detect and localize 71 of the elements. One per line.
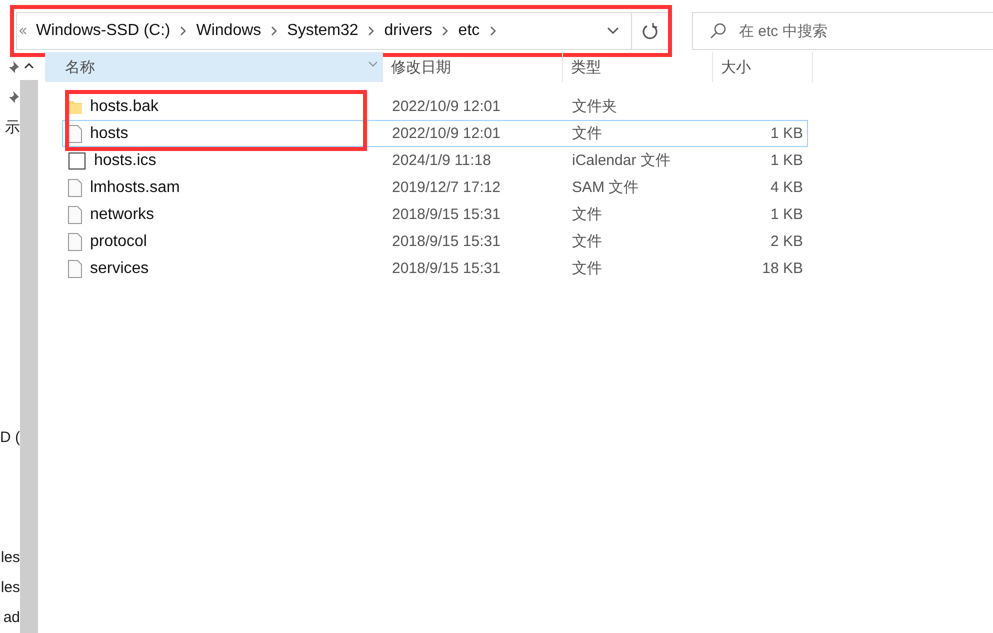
- search-field[interactable]: 在 etc 中搜索: [692, 12, 993, 50]
- date-cell-text: 2022/10/9 12:01: [391, 125, 502, 142]
- blank-file-icon: [68, 152, 86, 170]
- size-cell-text: 1 KB: [769, 152, 804, 169]
- file-name: services: [90, 260, 149, 278]
- nav-item[interactable]: ad: [3, 608, 20, 628]
- breadcrumb[interactable]: etc: [453, 22, 485, 40]
- refresh-icon: [642, 22, 658, 40]
- file-row[interactable]: lmhosts.sam 2019/12/7 17:12 SAM 文件 4 KB: [62, 174, 808, 201]
- scroll-up-icon[interactable]: [24, 63, 34, 69]
- folder-icon: [68, 98, 82, 114]
- type-cell-text: 文件: [571, 124, 603, 143]
- column-header[interactable]: 修改日期: [383, 52, 563, 82]
- type-cell-text: iCalendar 文件: [571, 151, 672, 170]
- file-name: protocol: [90, 232, 147, 250]
- document-icon: [68, 232, 82, 250]
- double-chevron-left-icon[interactable]: [19, 27, 27, 35]
- file-row[interactable]: networks 2018/9/15 15:31 文件 1 KB: [62, 201, 808, 228]
- column-header[interactable]: 类型: [563, 52, 713, 82]
- pin-icon[interactable]: [8, 60, 20, 74]
- date-cell-text: 2018/9/15 15:31: [391, 260, 502, 277]
- file-name: networks: [90, 206, 154, 224]
- dropdown-chevron-icon[interactable]: [607, 27, 619, 35]
- date-cell-text: 2018/9/15 15:31: [391, 206, 502, 223]
- file-name: hosts: [90, 124, 128, 142]
- file-row[interactable]: hosts.bak 2022/10/9 12:01 文件夹: [62, 93, 808, 120]
- nav-item[interactable]: 示: [5, 118, 20, 138]
- size-cell-text: 4 KB: [769, 179, 804, 196]
- breadcrumb[interactable]: Windows: [191, 22, 266, 40]
- file-row[interactable]: hosts 2022/10/9 12:01 文件 1 KB: [62, 120, 808, 147]
- pin-icon[interactable]: [8, 90, 20, 104]
- search-icon: [709, 22, 727, 40]
- chevron-right-icon[interactable]: [179, 25, 188, 37]
- size-cell-text: 1 KB: [769, 206, 804, 223]
- nav-item[interactable]: D (: [0, 428, 20, 448]
- column-header[interactable]: 名称: [45, 52, 383, 82]
- size-cell-text: 18 KB: [761, 260, 804, 277]
- file-name: lmhosts.sam: [90, 178, 180, 196]
- file-row[interactable]: services 2018/9/15 15:31 文件 18 KB: [62, 255, 808, 282]
- document-icon: [68, 178, 82, 196]
- type-cell-text: 文件: [571, 232, 603, 251]
- file-name: hosts.bak: [90, 98, 158, 116]
- breadcrumb[interactable]: Windows-SSD (C:): [31, 22, 176, 40]
- breadcrumb[interactable]: System32: [282, 22, 364, 40]
- breadcrumb[interactable]: drivers: [379, 22, 438, 40]
- file-name: hosts.ics: [94, 152, 156, 170]
- column-header[interactable]: 大小: [713, 52, 813, 82]
- date-cell-text: 2019/12/7 17:12: [391, 179, 502, 196]
- date-cell-text: 2022/10/9 12:01: [391, 98, 502, 115]
- chevron-right-icon[interactable]: [441, 25, 450, 37]
- document-icon: [68, 124, 82, 142]
- date-cell-text: 2024/1/9 11:18: [391, 152, 492, 169]
- type-cell-text: SAM 文件: [571, 178, 640, 197]
- type-cell-text: 文件: [571, 259, 603, 278]
- nav-item[interactable]: les: [0, 578, 20, 598]
- file-row[interactable]: protocol 2018/9/15 15:31 文件 2 KB: [62, 228, 808, 255]
- nav-item[interactable]: les: [0, 548, 20, 568]
- chevron-right-icon[interactable]: [367, 25, 376, 37]
- type-cell-text: 文件: [571, 205, 603, 224]
- document-icon: [68, 260, 82, 278]
- document-icon: [68, 206, 82, 224]
- type-cell-text: 文件夹: [571, 97, 618, 116]
- scrollbar[interactable]: [20, 52, 38, 633]
- sort-chevron-icon: [368, 61, 378, 67]
- size-cell-text: 2 KB: [769, 233, 804, 250]
- address-bar[interactable]: Windows-SSD (C:) Windows System32 drivers etc: [16, 12, 668, 50]
- size-cell-text: 1 KB: [769, 125, 804, 142]
- chevron-right-icon[interactable]: [488, 25, 497, 37]
- chevron-right-icon[interactable]: [270, 25, 278, 37]
- file-row[interactable]: hosts.ics 2024/1/9 11:18 iCalendar 文件 1 KB: [62, 147, 808, 174]
- date-cell-text: 2018/9/15 15:31: [391, 233, 502, 250]
